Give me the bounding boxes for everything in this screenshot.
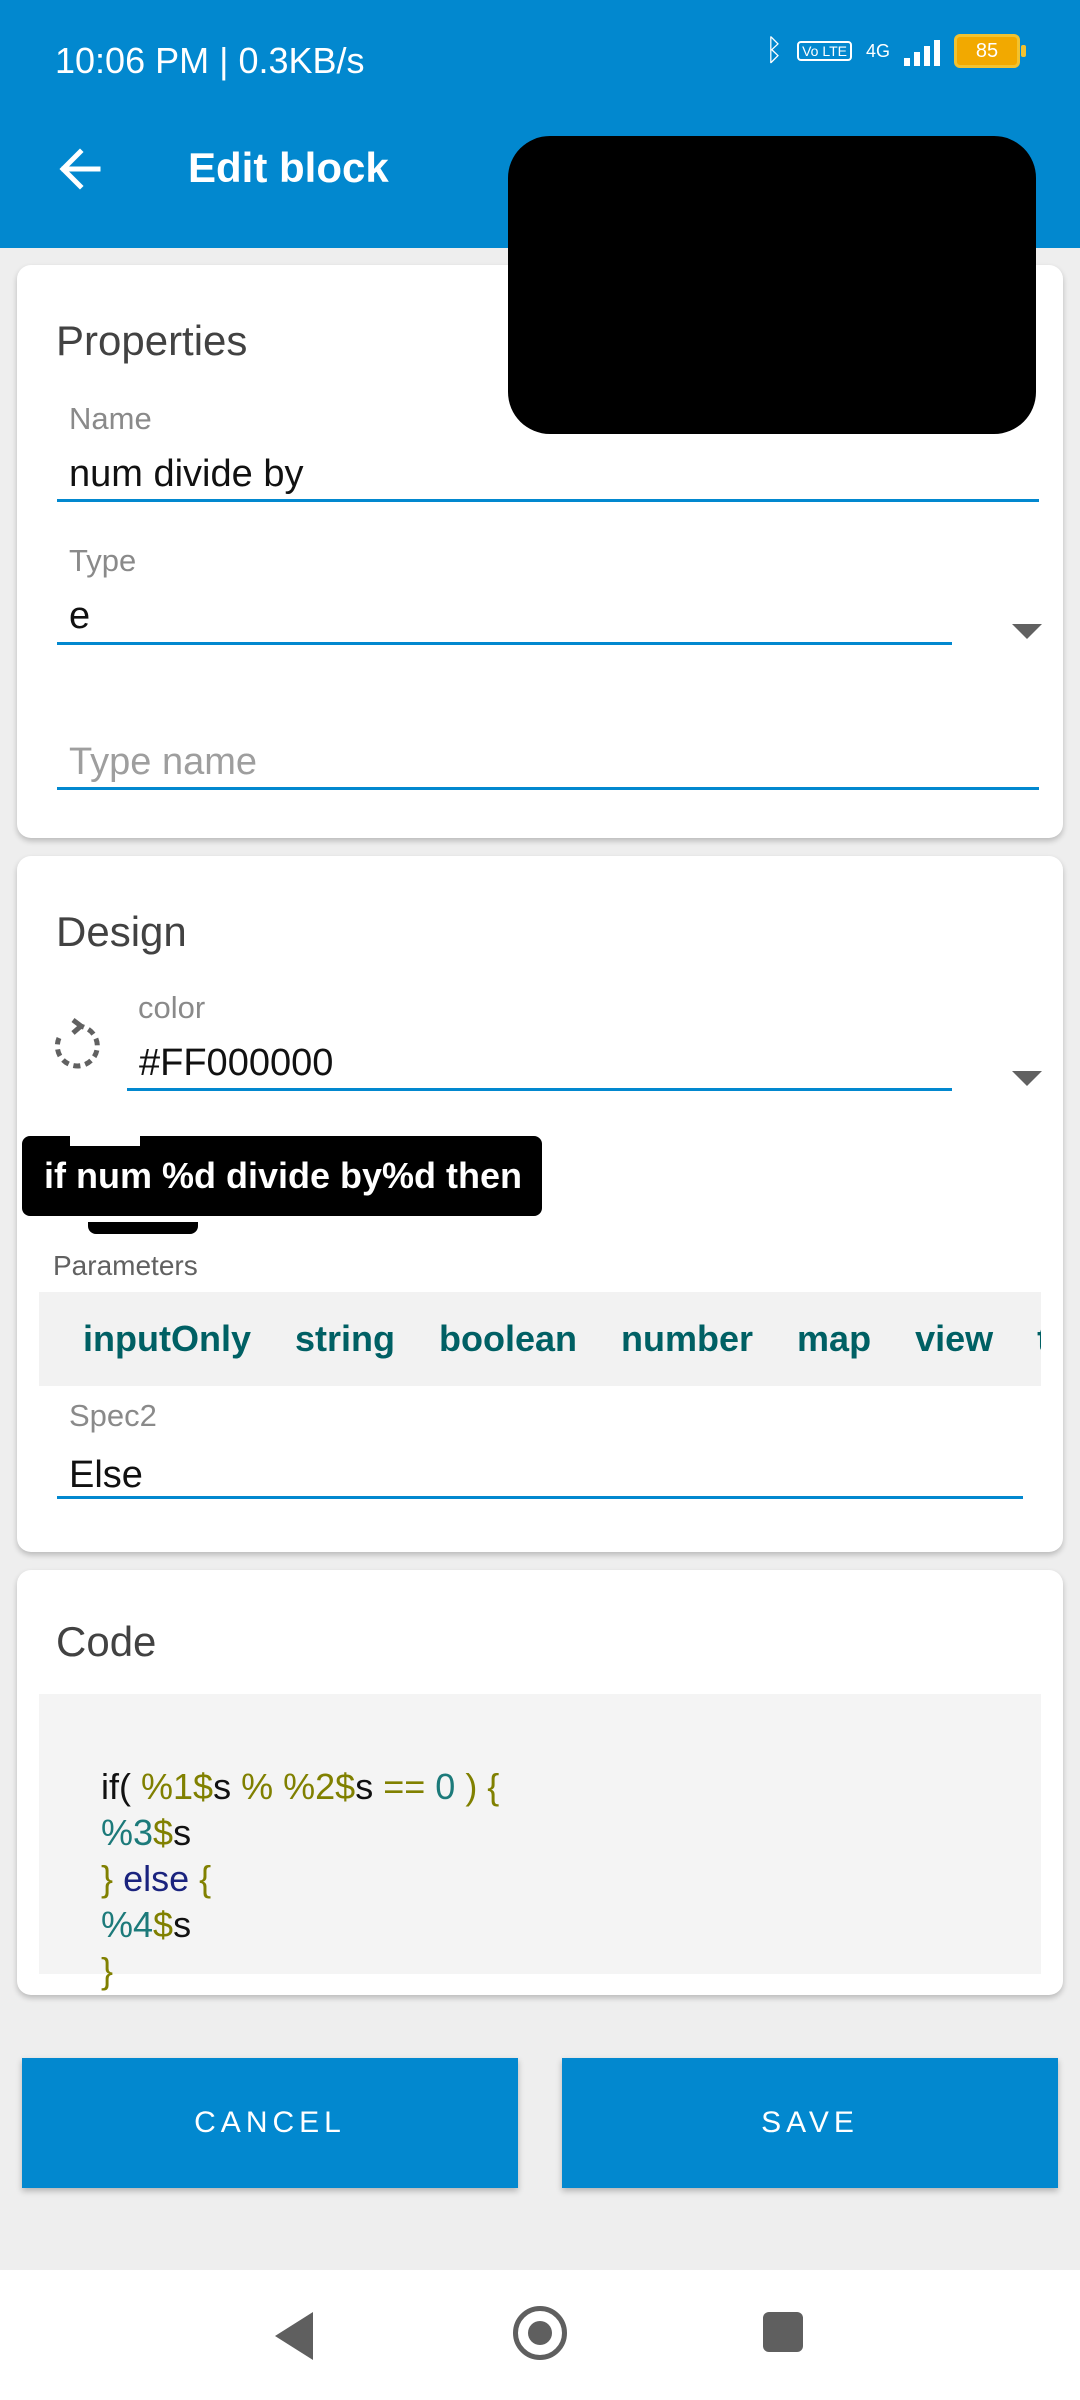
param-view[interactable]: view xyxy=(915,1318,993,1360)
type-value: e xyxy=(69,595,91,637)
name-field[interactable]: num divide by xyxy=(57,445,1039,505)
save-button[interactable]: SAVE xyxy=(562,2058,1058,2188)
system-nav-bar xyxy=(0,2270,1080,2400)
type-field[interactable]: e xyxy=(57,587,1067,647)
signal-icon xyxy=(904,36,940,66)
block-notch xyxy=(70,1136,140,1146)
code-line-5: } xyxy=(101,1950,114,1991)
bluetooth-icon: ᛒ xyxy=(765,34,784,67)
param-map[interactable]: map xyxy=(797,1318,871,1360)
param-string[interactable]: string xyxy=(295,1318,395,1360)
block-tab xyxy=(88,1222,198,1234)
network-type: 4G xyxy=(865,40,890,61)
arrow-left-icon xyxy=(59,148,101,190)
block-preview: if num %d divide by%d then xyxy=(22,1136,543,1216)
param-number[interactable]: number xyxy=(621,1318,753,1360)
back-button[interactable] xyxy=(50,134,120,204)
type-dropdown-icon[interactable] xyxy=(1012,624,1042,639)
color-label: color xyxy=(138,990,206,1025)
param-more[interactable]: t xyxy=(1037,1318,1041,1360)
code-title: Code xyxy=(56,1618,157,1665)
param-boolean[interactable]: boolean xyxy=(439,1318,577,1360)
volte-icon: Vo LTE xyxy=(797,41,852,61)
color-value: #FF000000 xyxy=(139,1042,334,1084)
type-label: Type xyxy=(69,543,137,578)
color-field[interactable]: #FF000000 xyxy=(127,1034,1067,1094)
refresh-icon xyxy=(54,1018,100,1069)
nav-home-icon[interactable] xyxy=(513,2306,567,2360)
reset-color-button[interactable] xyxy=(47,1016,107,1076)
spec2-label: Spec2 xyxy=(69,1398,157,1433)
color-dropdown-icon[interactable] xyxy=(1012,1071,1042,1086)
type-name-placeholder: Type name xyxy=(69,741,257,783)
type-name-field[interactable]: Type name xyxy=(57,733,1039,793)
parameters-bar: inputOnly string boolean number map view… xyxy=(39,1292,1041,1386)
design-title: Design xyxy=(56,908,187,955)
cancel-button[interactable]: CANCEL xyxy=(22,2058,518,2188)
properties-title: Properties xyxy=(56,317,248,364)
code-editor[interactable]: if( %1$s % %2$s == 0 ) { %3$s } else { %… xyxy=(39,1694,1041,1991)
status-bar: 10:06 PM | 0.3KB/s ᛒ Vo LTE 4G 85 xyxy=(0,0,1080,92)
status-icons: ᛒ Vo LTE 4G 85 xyxy=(765,34,1026,68)
param-inputonly[interactable]: inputOnly xyxy=(83,1318,251,1360)
redaction-box xyxy=(508,136,1036,434)
nav-back-icon[interactable] xyxy=(275,2312,313,2360)
spec2-field[interactable]: Else xyxy=(57,1442,1023,1502)
battery-icon: 85 xyxy=(954,34,1026,68)
name-value: num divide by xyxy=(69,453,304,495)
nav-recents-icon[interactable] xyxy=(763,2312,803,2352)
parameters-label: Parameters xyxy=(53,1250,198,1281)
spec2-value: Else xyxy=(69,1454,143,1496)
name-label: Name xyxy=(69,401,152,436)
status-time: 10:06 PM | 0.3KB/s xyxy=(55,40,365,81)
page-title: Edit block xyxy=(188,144,389,191)
